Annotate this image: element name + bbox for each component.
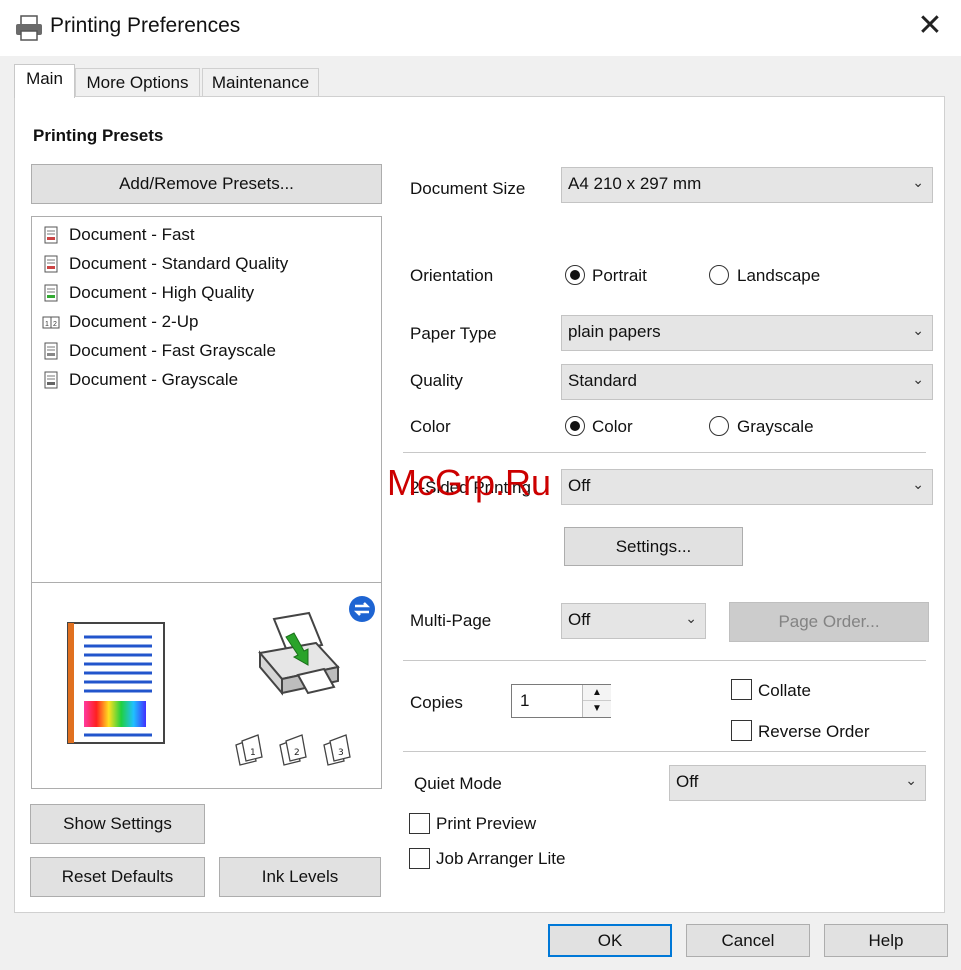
multi-page-value: Off (568, 610, 591, 629)
separator (403, 452, 926, 453)
svg-text:2: 2 (294, 748, 300, 758)
preset-label: Document - Grayscale (69, 370, 239, 389)
svg-text:1: 1 (45, 321, 49, 328)
two-sided-value: Off (568, 476, 591, 495)
ink-levels-button[interactable]: Ink Levels (219, 857, 381, 897)
document-size-label: Document Size (410, 179, 526, 198)
two-sided-select[interactable]: Off ⌄ (561, 469, 933, 505)
copies-value: 1 (520, 691, 530, 710)
printer-feed-icon (258, 611, 340, 696)
quality-value: Standard (568, 371, 637, 390)
two-sided-settings-button[interactable]: Settings... (564, 527, 743, 566)
portrait-radio[interactable] (565, 265, 585, 285)
separator (403, 751, 926, 752)
printer-icon (16, 15, 42, 41)
spin-up-icon[interactable]: ▲ (583, 685, 611, 701)
quiet-mode-value: Off (676, 772, 699, 791)
document-grayscale-icon (44, 371, 58, 389)
document-2up-icon: 12 (42, 316, 60, 329)
spin-down-icon[interactable]: ▼ (583, 701, 611, 717)
svg-text:3: 3 (338, 748, 344, 758)
landscape-label: Landscape (737, 266, 821, 285)
presets-heading: Printing Presets (33, 126, 164, 145)
chevron-down-icon: ⌄ (912, 371, 924, 387)
document-high-quality-icon (44, 284, 58, 302)
document-size-select[interactable]: A4 210 x 297 mm ⌄ (561, 167, 933, 203)
document-fast-icon (44, 226, 58, 244)
tab-maintenance[interactable]: Maintenance (202, 68, 319, 97)
document-size-value: A4 210 x 297 mm (568, 174, 702, 193)
chevron-down-icon: ⌄ (685, 610, 697, 626)
preset-label: Document - Fast (69, 225, 195, 244)
color-option-label: Color (592, 417, 633, 436)
separator (403, 660, 926, 661)
page-order-button: Page Order... (729, 602, 929, 642)
grayscale-radio[interactable] (709, 416, 729, 436)
quiet-mode-select[interactable]: Off ⌄ (669, 765, 926, 801)
presets-list[interactable]: Document - Fast Document - Standard Qual… (31, 216, 382, 584)
cancel-button[interactable]: Cancel (686, 924, 810, 957)
show-settings-button[interactable]: Show Settings (30, 804, 205, 844)
quality-label: Quality (410, 371, 463, 390)
preset-label: Document - Standard Quality (69, 254, 289, 273)
landscape-radio[interactable] (709, 265, 729, 285)
preset-label: Document - Fast Grayscale (69, 341, 276, 360)
reverse-order-checkbox[interactable] (731, 720, 752, 741)
grayscale-option-label: Grayscale (737, 417, 814, 436)
orientation-label: Orientation (410, 266, 494, 285)
portrait-label: Portrait (592, 266, 647, 285)
paper-type-select[interactable]: plain papers ⌄ (561, 315, 933, 351)
quality-select[interactable]: Standard ⌄ (561, 364, 933, 400)
job-arranger-checkbox[interactable] (409, 848, 430, 869)
ok-button[interactable]: OK (548, 924, 672, 957)
page-preview-icon (67, 622, 165, 744)
copies-label: Copies (410, 693, 463, 712)
reverse-order-label: Reverse Order (758, 722, 870, 741)
print-preview-panel: 1 2 3 (31, 582, 382, 789)
chevron-down-icon: ⌄ (912, 476, 924, 492)
add-remove-presets-button[interactable]: Add/Remove Presets... (31, 164, 382, 204)
copies-stepper[interactable]: 1 ▲ ▼ (511, 684, 611, 718)
job-arranger-label: Job Arranger Lite (436, 849, 566, 868)
color-radio[interactable] (565, 416, 585, 436)
paper-type-label: Paper Type (410, 324, 497, 343)
print-preview-label: Print Preview (436, 814, 537, 833)
preset-label: Document - 2-Up (69, 312, 199, 331)
copies-pages-icon: 1 2 3 (235, 734, 351, 766)
collate-checkbox[interactable] (731, 679, 752, 700)
multi-page-select[interactable]: Off ⌄ (561, 603, 706, 639)
window-title: Printing Preferences (50, 14, 241, 37)
tab-more-options[interactable]: More Options (75, 68, 200, 97)
watermark-text: McGrp.Ru (387, 462, 552, 503)
svg-text:1: 1 (250, 748, 256, 758)
duplex-info-icon (349, 596, 375, 622)
multi-page-label: Multi-Page (410, 611, 492, 630)
quiet-mode-label: Quiet Mode (414, 774, 502, 793)
preset-label: Document - High Quality (69, 283, 255, 302)
print-preview-checkbox[interactable] (409, 813, 430, 834)
document-standard-icon (44, 255, 58, 273)
paper-type-value: plain papers (568, 322, 661, 341)
document-fast-grayscale-icon (44, 342, 58, 360)
chevron-down-icon: ⌄ (912, 174, 924, 190)
collate-label: Collate (758, 681, 811, 700)
close-icon[interactable]: ✕ (912, 8, 948, 44)
svg-text:2: 2 (53, 321, 57, 328)
help-button[interactable]: Help (824, 924, 948, 957)
reset-defaults-button[interactable]: Reset Defaults (30, 857, 205, 897)
chevron-down-icon: ⌄ (905, 772, 917, 788)
chevron-down-icon: ⌄ (912, 322, 924, 338)
tab-main[interactable]: Main (14, 64, 75, 98)
color-label: Color (410, 417, 451, 436)
